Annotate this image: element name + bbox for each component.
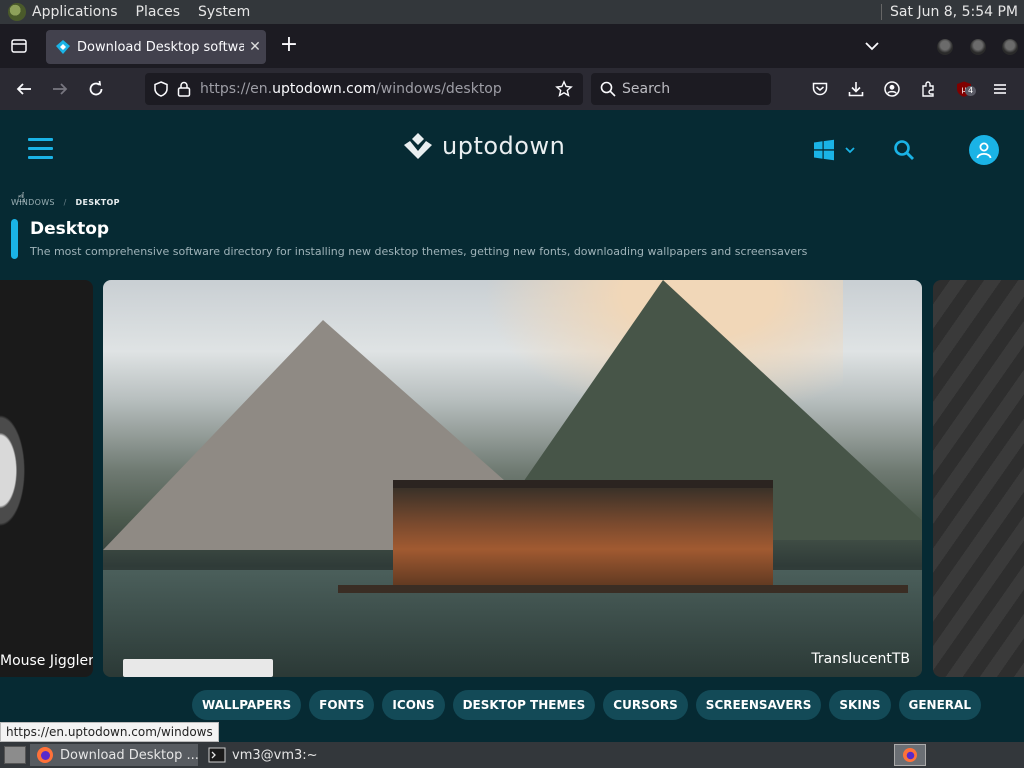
pocket-icon	[812, 82, 828, 96]
category-screensavers[interactable]: SCREENSAVERS	[695, 690, 822, 720]
site-search-button[interactable]	[893, 139, 915, 165]
title-accent-bar	[11, 219, 18, 259]
carousel-slide-next[interactable]	[933, 280, 1024, 677]
status-url-tooltip: https://en.uptodown.com/windows	[0, 722, 219, 742]
tab-strip: Download Desktop software ✕ +	[0, 24, 1024, 68]
page-title: Desktop	[30, 219, 110, 239]
tab-list-icon[interactable]	[10, 37, 28, 55]
firefox-icon	[37, 747, 53, 763]
tab-title: Download Desktop software	[77, 39, 244, 55]
back-button[interactable]	[12, 77, 36, 101]
star-icon[interactable]	[555, 80, 573, 98]
url-text[interactable]: https://en.uptodown.com/windows/desktop	[200, 81, 502, 97]
page-description: The most comprehensive software director…	[30, 245, 808, 258]
site-logo[interactable]: uptodown	[402, 131, 565, 161]
menu-applications[interactable]: Applications	[32, 4, 118, 20]
category-icons[interactable]: ICONS	[382, 690, 445, 720]
close-icon[interactable]: ✕	[244, 39, 266, 55]
extension-badge: 4	[965, 86, 977, 96]
url-host: uptodown.com	[272, 81, 377, 97]
back-arrow-icon	[16, 83, 31, 95]
show-desktop-button[interactable]	[4, 746, 26, 764]
active-tab[interactable]: Download Desktop software ✕	[46, 30, 266, 64]
chevron-down-icon	[845, 147, 855, 154]
logo-text: uptodown	[442, 132, 566, 160]
url-bar[interactable]: https://en.uptodown.com/windows/desktop	[145, 73, 583, 105]
slide-label: TranslucentTB	[811, 651, 910, 667]
menu-icon	[994, 84, 1006, 94]
hamburger-line	[28, 147, 53, 150]
taskbar-firefox-label: Download Desktop ...	[60, 747, 198, 763]
search-bar[interactable]: Search	[591, 73, 771, 105]
uptodown-logo-icon	[404, 133, 432, 159]
account-icon	[884, 81, 900, 97]
download-icon	[848, 82, 864, 97]
minimize-button[interactable]	[937, 39, 953, 55]
platform-selector[interactable]	[813, 139, 857, 161]
forward-button[interactable]	[48, 77, 72, 101]
category-desktop-themes[interactable]: DESKTOP THEMES	[452, 690, 596, 720]
category-skins[interactable]: SKINS	[829, 690, 891, 720]
pocket-button[interactable]	[808, 77, 832, 101]
taskbar-terminal[interactable]: vm3@vm3:~	[202, 744, 372, 766]
nav-bar: https://en.uptodown.com/windows/desktop …	[0, 68, 1024, 110]
plus-icon[interactable]: +	[279, 34, 299, 57]
category-wallpapers[interactable]: WALLPAPERS	[192, 690, 302, 720]
slide-image-deck	[338, 585, 908, 593]
app-menu-button[interactable]	[988, 77, 1012, 101]
menu-places[interactable]: Places	[136, 4, 181, 20]
ublock-button[interactable]: μ 4	[952, 77, 977, 101]
category-cursors[interactable]: CURSORS	[603, 690, 688, 720]
extensions-button[interactable]	[916, 77, 940, 101]
shield-icon[interactable]	[152, 80, 170, 98]
breadcrumb-current: DESKTOP	[75, 198, 120, 207]
category-nav: WALLPAPERS FONTS ICONS DESKTOP THEMES CU…	[192, 690, 989, 720]
terminal-icon	[208, 747, 226, 763]
firefox-icon	[903, 748, 917, 762]
apps-icon[interactable]	[8, 3, 26, 21]
top-panel: Applications Places System Sat Jun 8, 5:…	[0, 0, 1024, 24]
user-button[interactable]	[969, 135, 999, 165]
panel-separator	[881, 4, 883, 20]
site-menu-button[interactable]	[28, 138, 53, 162]
menu-system[interactable]: System	[198, 4, 250, 20]
taskbar-firefox[interactable]: Download Desktop ...	[30, 744, 198, 766]
web-page: uptodown WINDOWS / DESKTOP ☝ Desktop The…	[0, 110, 1024, 742]
slide-image-taskbar	[123, 659, 273, 677]
search-icon	[600, 81, 616, 97]
uptodown-favicon	[56, 40, 70, 54]
workspace-switcher[interactable]	[894, 744, 926, 766]
hamburger-line	[28, 138, 53, 141]
forward-arrow-icon	[53, 83, 68, 95]
search-placeholder: Search	[622, 81, 671, 97]
chevron-down-icon[interactable]	[864, 39, 880, 53]
slide-image-boathouse	[393, 480, 773, 590]
slide-label: Mouse Jiggler	[0, 653, 93, 669]
carousel-slide-prev[interactable]: Mouse Jiggler	[0, 280, 93, 677]
maximize-button[interactable]	[970, 39, 986, 55]
breadcrumb: WINDOWS / DESKTOP	[11, 198, 120, 207]
breadcrumb-separator: /	[63, 198, 67, 207]
reload-button[interactable]	[84, 77, 108, 101]
carousel-slide-current[interactable]: TranslucentTB	[103, 280, 922, 677]
account-button[interactable]	[880, 77, 904, 101]
clock[interactable]: Sat Jun 8, 5:54 PM	[890, 4, 1018, 20]
hamburger-line	[28, 156, 53, 159]
bottom-taskbar: Download Desktop ... vm3@vm3:~	[0, 742, 1024, 768]
category-general[interactable]: GENERAL	[898, 690, 981, 720]
search-icon	[894, 140, 914, 160]
extensions-icon	[922, 81, 934, 97]
taskbar-terminal-label: vm3@vm3:~	[232, 747, 318, 763]
lock-icon[interactable]	[176, 80, 192, 98]
reload-icon	[89, 80, 103, 96]
close-window-button[interactable]	[1002, 39, 1018, 55]
downloads-button[interactable]	[844, 77, 868, 101]
user-icon	[976, 142, 992, 159]
windows-icon	[814, 139, 834, 161]
url-path: /windows/desktop	[376, 81, 502, 97]
hand-cursor-icon: ☝	[17, 190, 26, 206]
category-fonts[interactable]: FONTS	[309, 690, 375, 720]
site-header: uptodown	[0, 110, 1024, 190]
url-prefix: https://en.	[200, 81, 273, 97]
